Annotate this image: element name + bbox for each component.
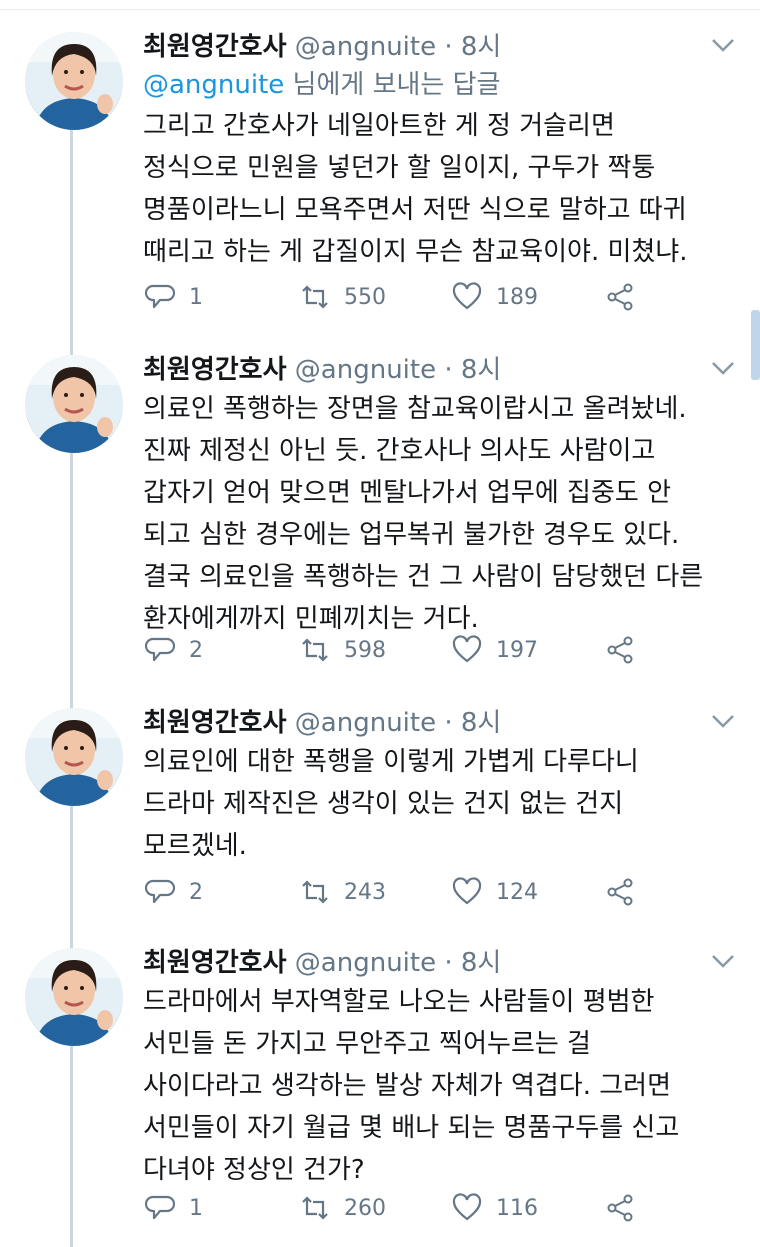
tweet-actions: 1 260 116: [0, 1188, 760, 1228]
scrollbar-thumb[interactable]: [751, 310, 760, 380]
timestamp[interactable]: · 8시: [444, 355, 501, 385]
tweet-text-line: 모르겠네.: [143, 831, 247, 861]
reply-icon: [145, 879, 175, 904]
share-button[interactable]: [605, 1188, 635, 1228]
chevron-down-icon[interactable]: [710, 35, 736, 55]
retweet-count: 598: [344, 637, 386, 663]
avatar[interactable]: [25, 355, 123, 453]
share-button[interactable]: [605, 277, 635, 317]
like-icon: [452, 877, 482, 905]
tweet-actions: 2 243 124: [0, 872, 760, 912]
timestamp[interactable]: · 8시: [444, 32, 501, 62]
tweet-text-line: 되고 심한 경우에는 업무복귀 불가한 경우도 있다.: [143, 520, 680, 550]
like-count: 197: [496, 637, 538, 663]
reply-button[interactable]: 2: [145, 630, 203, 670]
display-name[interactable]: 최원영간호사: [143, 708, 287, 738]
chevron-down-icon[interactable]: [710, 711, 736, 731]
tweet-text-line: 갑자기 얻어 맞으면 멘탈나가서 업무에 집중도 안: [143, 478, 671, 508]
like-button[interactable]: 116: [452, 1188, 538, 1228]
like-button[interactable]: 189: [452, 277, 538, 317]
retweet-count: 243: [344, 879, 386, 905]
like-icon: [452, 282, 482, 310]
like-count: 124: [496, 879, 538, 905]
reply-count: 2: [189, 637, 203, 663]
tweet-text-line: 드라마에서 부자역할로 나오는 사람들이 평범한: [143, 987, 655, 1017]
tweet-text-line: 결국 의료인을 폭행하는 건 그 사람이 담당했던 다른: [143, 562, 704, 592]
tweet-text-line: 의료인에 대한 폭행을 이렇게 가볍게 다루다니: [143, 747, 639, 777]
tweet-text-line: 의료인 폭행하는 장면을 참교육이랍시고 올려놨네.: [143, 394, 687, 424]
reply-icon: [145, 637, 175, 662]
like-count: 189: [496, 284, 538, 310]
share-icon: [607, 1194, 633, 1222]
display-name[interactable]: 최원영간호사: [143, 355, 287, 385]
timestamp[interactable]: · 8시: [444, 708, 501, 738]
like-button[interactable]: 197: [452, 630, 538, 670]
tweet-header: 최원영간호사 @angnuite · 8시: [143, 943, 501, 983]
share-icon: [607, 283, 633, 311]
reply-icon: [145, 1195, 175, 1220]
reply-count: 1: [189, 284, 203, 310]
reply-count: 2: [189, 879, 203, 905]
avatar[interactable]: [25, 948, 123, 1046]
tweet-text-line: 진짜 제정신 아닌 듯. 간호사나 의사도 사람이고: [143, 436, 656, 466]
reply-count: 1: [189, 1195, 203, 1221]
tweet-text-line: 사이다라고 생각하는 발상 자체가 역겹다. 그러면: [143, 1071, 671, 1101]
retweet-count: 260: [344, 1195, 386, 1221]
tweet-actions: 2 598 197: [0, 630, 760, 670]
tweet-header: 최원영간호사 @angnuite · 8시: [143, 27, 501, 67]
avatar[interactable]: [25, 708, 123, 806]
tweet-text-line: 정식으로 민원을 넣던가 할 일이지, 구두가 짝퉁: [143, 153, 656, 183]
username[interactable]: @angnuite: [295, 708, 436, 738]
retweet-count: 550: [344, 284, 386, 310]
retweet-icon: [302, 880, 328, 904]
retweet-icon: [302, 1196, 328, 1220]
mention-link[interactable]: @angnuite: [143, 70, 284, 100]
tweet-text-line: 그리고 간호사가 네일아트한 게 정 거슬리면: [143, 111, 615, 141]
username[interactable]: @angnuite: [295, 948, 436, 978]
tweet-text-line: 서민들 돈 가지고 무안주고 찍어누르는 걸: [143, 1029, 591, 1059]
reply-button[interactable]: 2: [145, 872, 203, 912]
retweet-button[interactable]: 550: [300, 277, 386, 317]
username[interactable]: @angnuite: [295, 355, 436, 385]
tweet-text-line: 다녀야 정상인 건가?: [143, 1155, 365, 1185]
avatar[interactable]: [25, 32, 123, 130]
share-icon: [607, 636, 633, 664]
share-button[interactable]: [605, 630, 635, 670]
chevron-down-icon[interactable]: [710, 951, 736, 971]
reply-context-label: 님에게 보내는 답글: [284, 70, 501, 100]
like-icon: [452, 1193, 482, 1221]
retweet-button[interactable]: 243: [300, 872, 386, 912]
like-icon: [452, 635, 482, 663]
tweet-header: 최원영간호사 @angnuite · 8시: [143, 350, 501, 390]
tweet-actions: 1 550 189: [0, 277, 760, 317]
retweet-icon: [302, 285, 328, 309]
like-count: 116: [496, 1195, 538, 1221]
tweet-header: 최원영간호사 @angnuite · 8시: [143, 703, 501, 743]
tweet-text-line: 때리고 하는 게 갑질이지 무슨 참교육이야. 미쳤냐.: [143, 237, 688, 267]
reply-icon: [145, 284, 175, 309]
retweet-button[interactable]: 598: [300, 630, 386, 670]
display-name[interactable]: 최원영간호사: [143, 948, 287, 978]
display-name[interactable]: 최원영간호사: [143, 32, 287, 62]
reply-button[interactable]: 1: [145, 1188, 203, 1228]
tweet-text-line: 서민들이 자기 월급 몇 배나 되는 명품구두를 신고: [143, 1113, 680, 1143]
tweet-text-line: 명품이라느니 모욕주면서 저딴 식으로 말하고 따귀: [143, 195, 687, 225]
top-divider: [0, 0, 760, 10]
share-icon: [607, 878, 633, 906]
retweet-icon: [302, 638, 328, 662]
reply-button[interactable]: 1: [145, 277, 203, 317]
share-button[interactable]: [605, 872, 635, 912]
reply-context: @angnuite 님에게 보내는 답글: [143, 67, 500, 103]
tweet-text-line: 드라마 제작진은 생각이 있는 건지 없는 건지: [143, 789, 624, 819]
timestamp[interactable]: · 8시: [444, 948, 501, 978]
retweet-button[interactable]: 260: [300, 1188, 386, 1228]
like-button[interactable]: 124: [452, 872, 538, 912]
username[interactable]: @angnuite: [295, 32, 436, 62]
chevron-down-icon[interactable]: [710, 358, 736, 378]
